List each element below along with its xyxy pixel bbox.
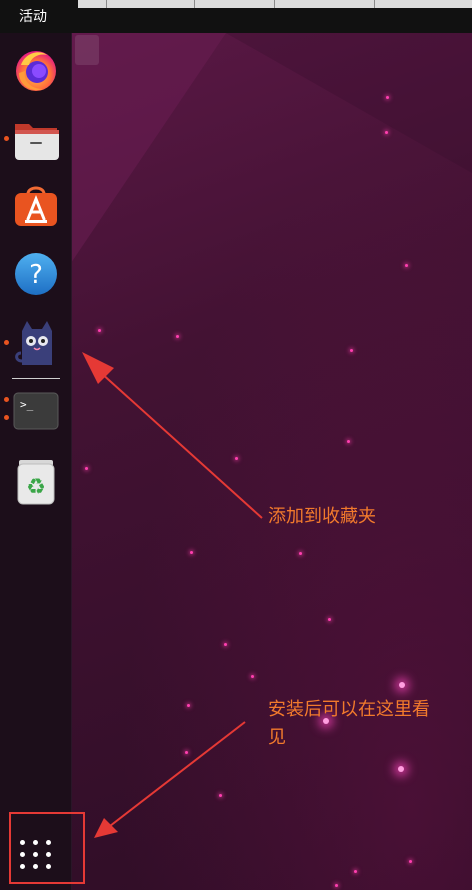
- dock: ? >_ ♻: [0, 33, 72, 890]
- trash-icon: ♻: [17, 460, 55, 505]
- desktop-background: [71, 33, 472, 890]
- dock-item-files[interactable]: [13, 118, 59, 164]
- running-indicator: [4, 397, 9, 402]
- dock-separator: [12, 378, 60, 379]
- dock-item-firefox[interactable]: [13, 47, 59, 93]
- window-edge-strip: [78, 0, 472, 8]
- running-indicator: [4, 415, 9, 420]
- dock-item-trash[interactable]: ♻: [13, 458, 59, 505]
- apps-grid-icon[interactable]: [20, 840, 54, 874]
- terminal-prompt-glyph: >_: [20, 398, 34, 411]
- firefox-icon: [16, 51, 56, 91]
- dock-item-cat-app[interactable]: [13, 317, 59, 365]
- dock-item-help[interactable]: ?: [13, 250, 59, 296]
- help-question-glyph: ?: [29, 260, 43, 290]
- installed-annotation-line1: 安装后可以在这里看: [268, 699, 430, 720]
- recycle-glyph: ♻: [26, 475, 46, 500]
- dock-item-software[interactable]: [13, 184, 59, 230]
- terminal-icon: >_: [13, 392, 59, 430]
- installed-annotation-line2: 见: [268, 727, 286, 748]
- software-store-icon: [15, 186, 57, 226]
- wallpaper-shape: [71, 33, 472, 263]
- activities-button[interactable]: 活动: [19, 9, 47, 25]
- favorites-annotation: 添加到收藏夹: [268, 506, 376, 527]
- cat-icon: [15, 321, 52, 365]
- running-indicator: [4, 136, 9, 141]
- top-bar: 活动: [0, 0, 472, 33]
- folder-icon: [15, 124, 59, 160]
- dock-item-terminal[interactable]: >_: [13, 391, 59, 437]
- desktop-file-icon[interactable]: [75, 35, 99, 65]
- help-icon: ?: [15, 253, 57, 295]
- running-indicator: [4, 340, 9, 345]
